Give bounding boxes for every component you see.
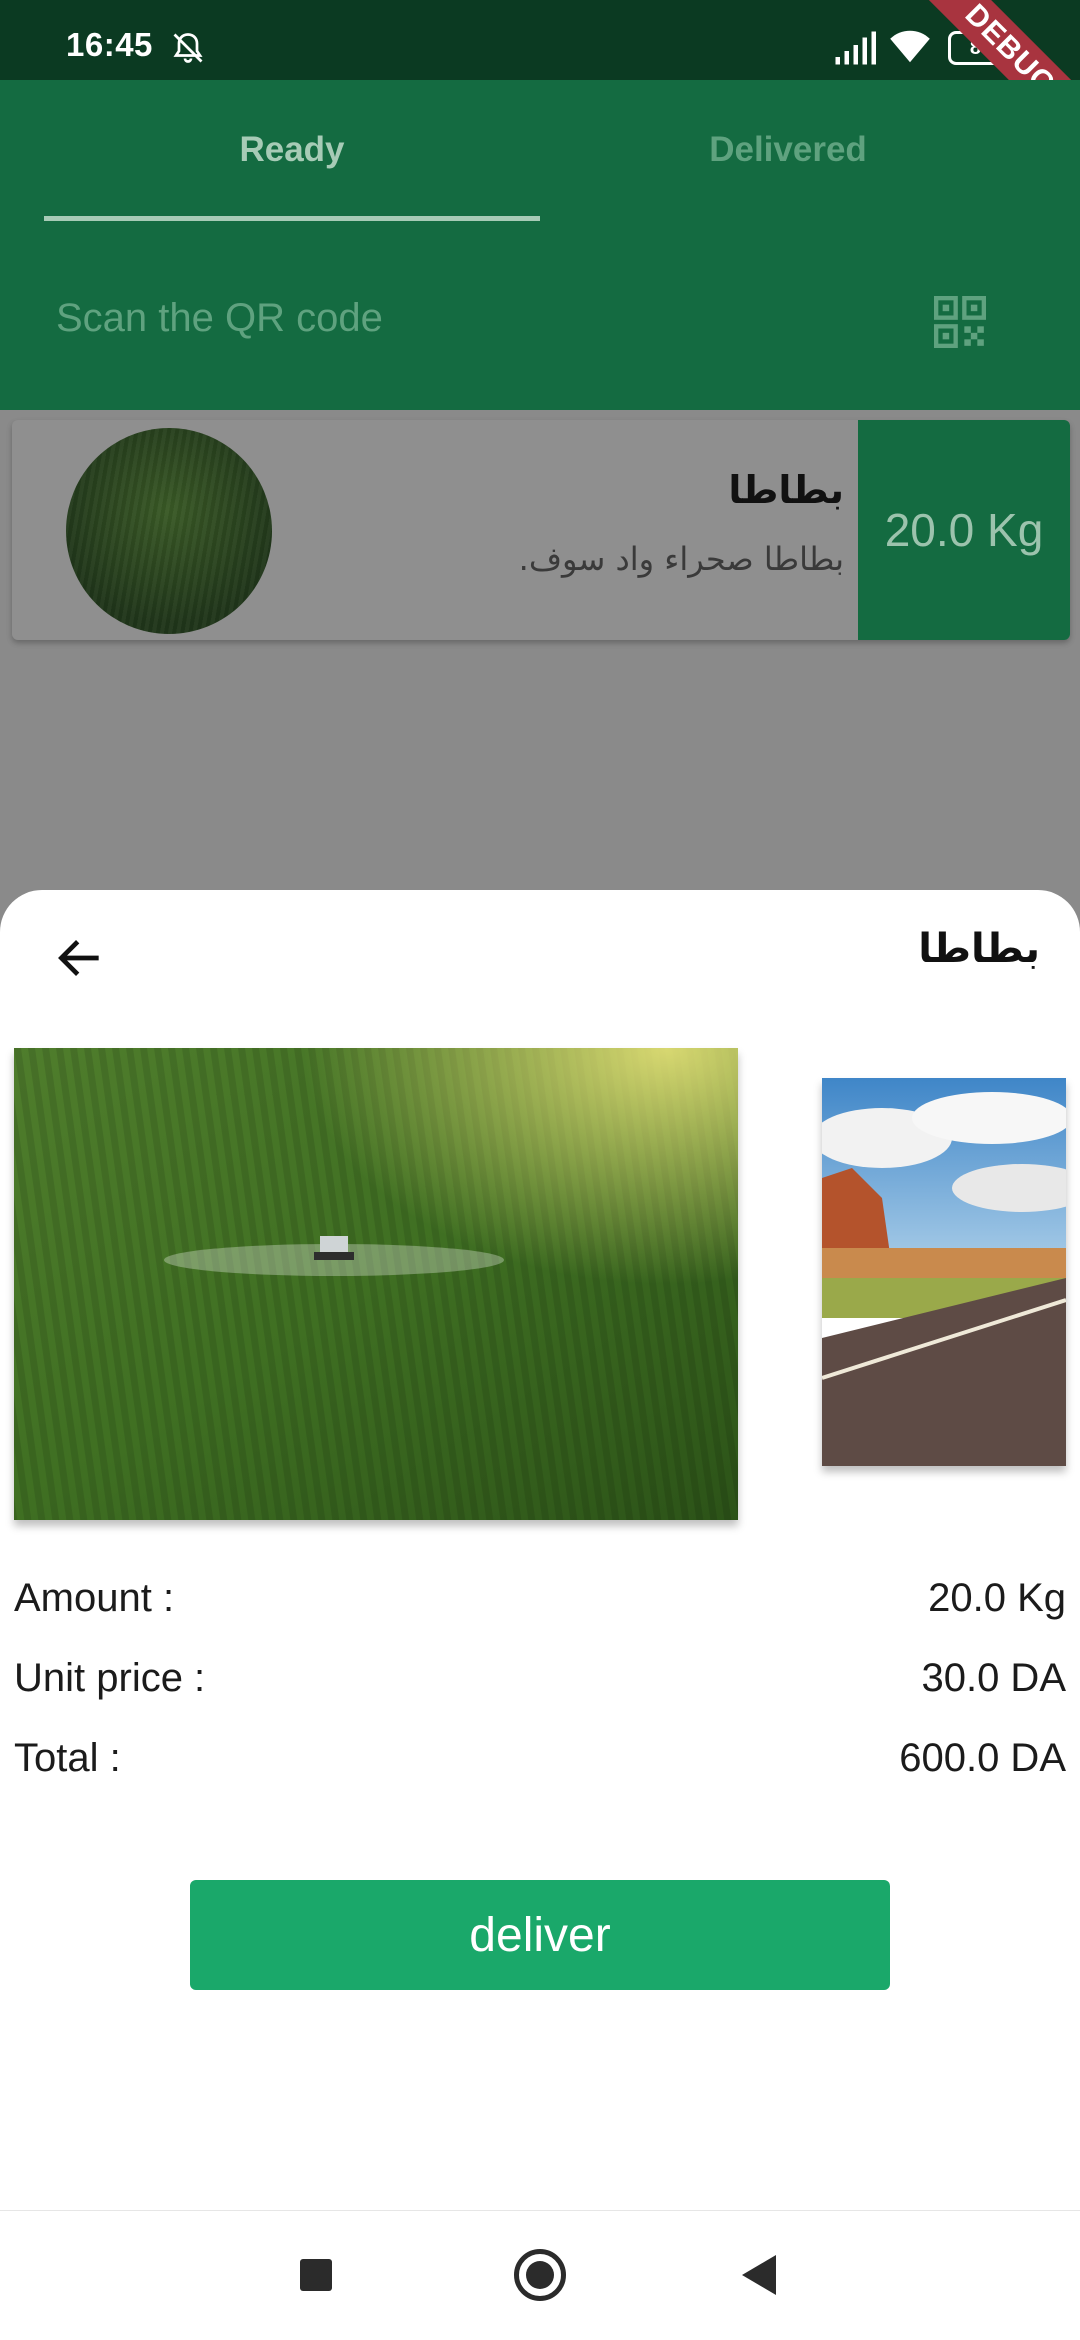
app-header: Ready Delivered Scan the QR code bbox=[0, 80, 1080, 410]
order-card[interactable]: بطاطا بطاطا صحراء واد سوف. 20.0 Kg bbox=[12, 420, 1070, 640]
system-back-icon[interactable] bbox=[742, 2255, 776, 2295]
total-label: Total : bbox=[14, 1736, 121, 1780]
status-bar: 16:45 84 DEBUG bbox=[0, 0, 1080, 158]
tab-ready[interactable]: Ready bbox=[44, 130, 540, 170]
tab-indicator bbox=[44, 216, 540, 221]
recent-apps-icon[interactable] bbox=[300, 2259, 332, 2291]
qr-search-input[interactable]: Scan the QR code bbox=[56, 296, 383, 341]
signal-icon bbox=[835, 31, 876, 65]
home-icon[interactable] bbox=[514, 2249, 566, 2301]
unit-price-value: 30.0 DA bbox=[921, 1656, 1066, 1700]
back-arrow-icon[interactable] bbox=[52, 930, 108, 986]
amount-value: 20.0 Kg bbox=[928, 1576, 1066, 1620]
product-thumbnail bbox=[66, 428, 272, 634]
product-description: بطاطا صحراء واد سوف. bbox=[518, 540, 844, 578]
notifications-off-icon bbox=[173, 33, 203, 63]
status-time: 16:45 bbox=[66, 26, 153, 63]
total-value: 600.0 DA bbox=[899, 1736, 1066, 1780]
deliver-button[interactable]: deliver bbox=[190, 1880, 890, 1990]
tab-delivered[interactable]: Delivered bbox=[540, 130, 1036, 170]
unit-price-label: Unit price : bbox=[14, 1656, 206, 1700]
qr-code-icon[interactable] bbox=[934, 296, 986, 348]
system-nav-bar bbox=[0, 2210, 1080, 2340]
product-weight-badge: 20.0 Kg bbox=[858, 420, 1070, 640]
product-image-road[interactable] bbox=[822, 1078, 1066, 1466]
product-image-field[interactable] bbox=[14, 1048, 738, 1520]
product-name: بطاطا bbox=[728, 468, 844, 512]
sheet-title: بطاطا bbox=[918, 926, 1040, 972]
amount-label: Amount : bbox=[14, 1576, 175, 1620]
order-detail-sheet: بطاطا Amount: 20.0 Kg Unit price: 30.0… bbox=[0, 890, 1080, 2210]
